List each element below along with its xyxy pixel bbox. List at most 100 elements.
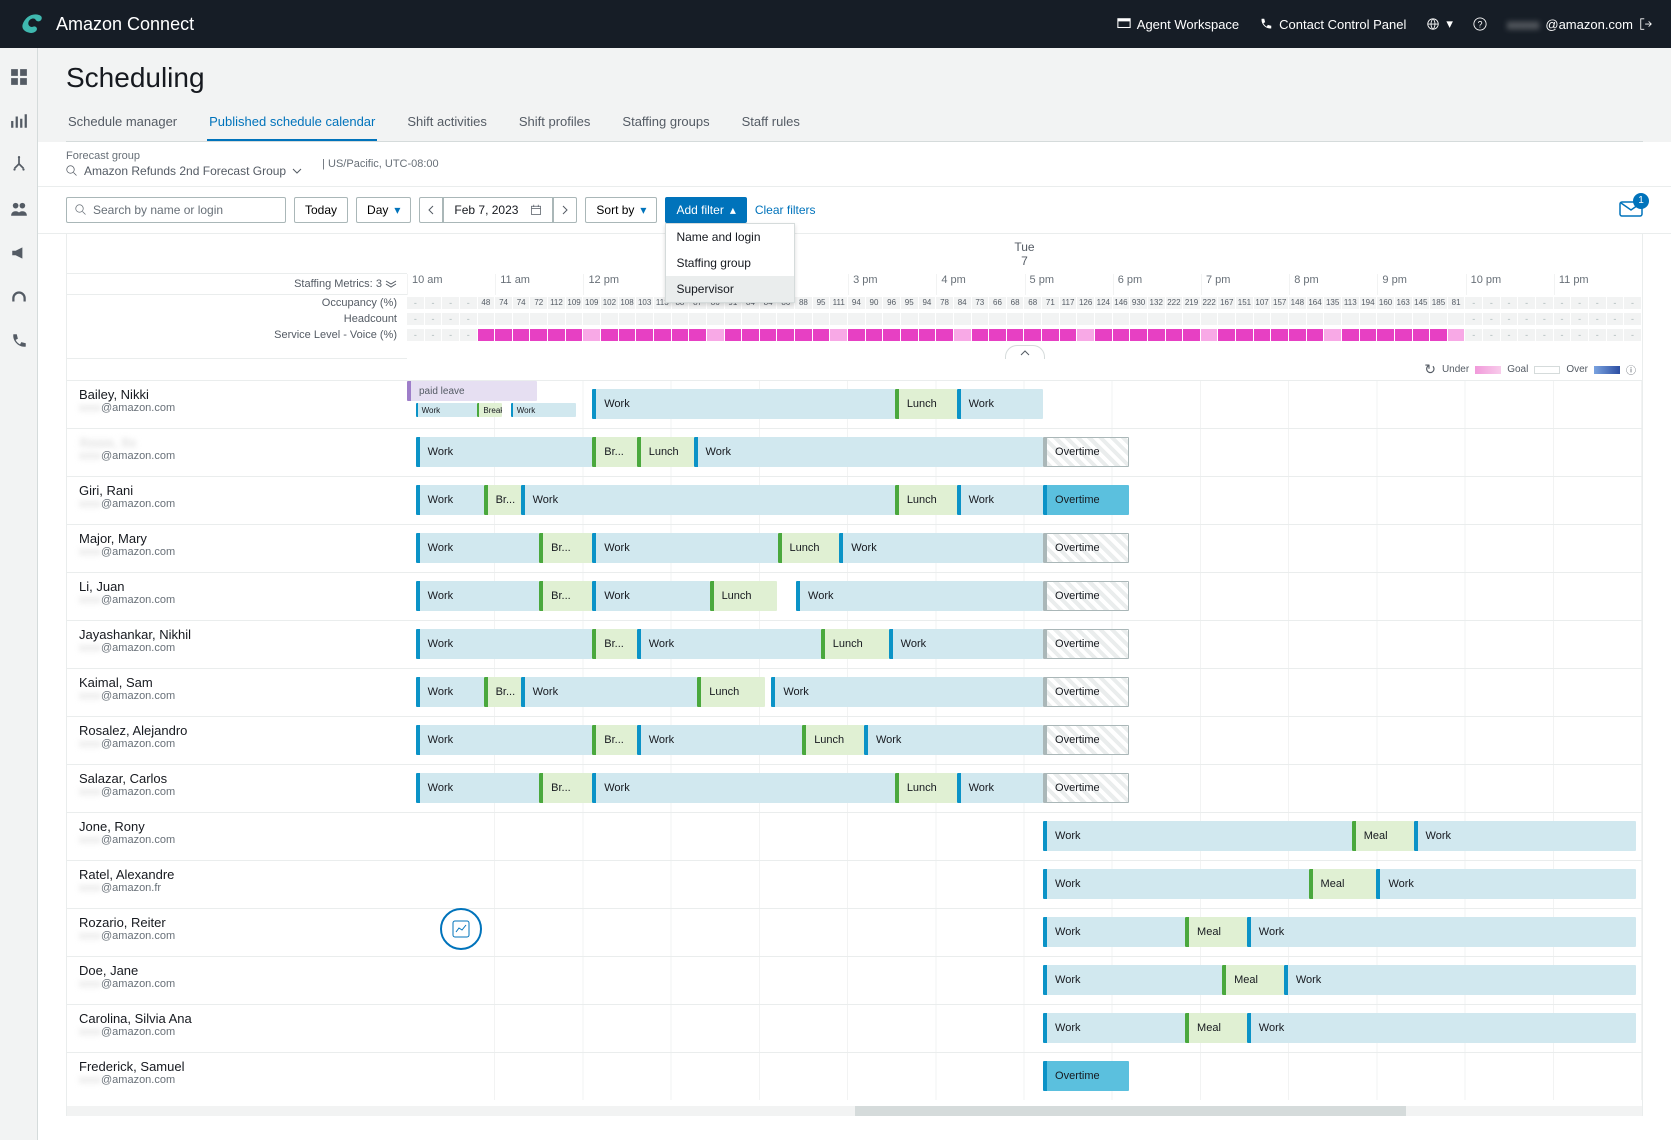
schedule-block-work[interactable]: Work <box>416 581 540 611</box>
schedule-block-work[interactable]: Work <box>1043 869 1309 899</box>
view-dropdown[interactable]: Day ▾ <box>356 197 411 223</box>
schedule-block-work[interactable]: Work <box>694 437 1044 467</box>
schedule-block-overtime[interactable]: Overtime <box>1043 677 1129 707</box>
schedule-block-lunch[interactable]: Meal <box>1352 821 1414 851</box>
help-button[interactable]: ? <box>1473 17 1487 31</box>
schedule-block-work[interactable]: Work <box>864 725 1043 755</box>
schedule-block-overtime[interactable]: Overtime <box>1043 485 1129 515</box>
schedule-block-work[interactable]: Work <box>796 581 1043 611</box>
tab-rules[interactable]: Staff rules <box>740 104 802 141</box>
schedule-block-lunch[interactable]: Lunch <box>637 437 694 467</box>
schedule-block-lunch[interactable]: Meal <box>1185 917 1247 947</box>
schedule-block-work[interactable]: Work <box>592 773 895 803</box>
agent-name[interactable]: Jayashankar, Nikhil <box>79 627 395 642</box>
dashboard-icon[interactable] <box>10 68 28 86</box>
schedule-block-lunch[interactable]: Lunch <box>821 629 889 659</box>
info-icon[interactable]: ⓘ <box>1626 362 1636 377</box>
schedule-block-work[interactable]: Work <box>839 533 1043 563</box>
notifications-button[interactable]: 1 <box>1619 199 1643 222</box>
tab-manager[interactable]: Schedule manager <box>66 104 179 141</box>
clear-filters-link[interactable]: Clear filters <box>755 203 816 217</box>
schedule-block-lunch[interactable]: Lunch <box>778 533 840 563</box>
tab-activities[interactable]: Shift activities <box>405 104 488 141</box>
agent-name[interactable]: Carolina, Silvia Ana <box>79 1011 395 1026</box>
agent-name[interactable]: Kaimal, Sam <box>79 675 395 690</box>
agent-name[interactable]: Li, Juan <box>79 579 395 594</box>
tab-groups[interactable]: Staffing groups <box>620 104 711 141</box>
horizontal-scrollbar[interactable] <box>67 1106 1642 1116</box>
schedule-block-work[interactable]: Work <box>889 629 1043 659</box>
agent-name[interactable]: Rozario, Reiter <box>79 915 395 930</box>
schedule-block-work[interactable]: Work <box>1376 869 1635 899</box>
agent-name[interactable]: Jone, Rony <box>79 819 395 834</box>
schedule-block-work[interactable]: Work <box>592 533 777 563</box>
schedule-block-work[interactable]: Work <box>416 403 478 417</box>
agent-name[interactable]: Rosalez, Alejandro <box>79 723 395 738</box>
expand-metrics-button[interactable] <box>1005 345 1045 359</box>
agent-workspace-link[interactable]: Agent Workspace <box>1117 17 1239 32</box>
schedule-block-overtime[interactable]: Overtime <box>1043 629 1129 659</box>
globe-dropdown[interactable]: ▾ <box>1426 16 1453 32</box>
agent-name[interactable]: Ratel, Alexandre <box>79 867 395 882</box>
schedule-block-work[interactable]: Work <box>637 629 821 659</box>
schedule-block-break[interactable]: Br... <box>592 437 636 467</box>
schedule-block-break[interactable]: Br... <box>484 485 521 515</box>
schedule-block-work[interactable]: Work <box>521 677 698 707</box>
user-menu[interactable]: xxxxx@amazon.com <box>1507 17 1653 32</box>
staffing-metrics-toggle[interactable]: Staffing Metrics: 3 <box>67 274 407 295</box>
ccp-link[interactable]: Contact Control Panel <box>1259 17 1406 32</box>
schedule-block-leave[interactable]: paid leave <box>407 381 537 401</box>
schedule-block-work[interactable]: Work <box>1247 1013 1636 1043</box>
forecast-group-select[interactable]: Amazon Refunds 2nd Forecast Group <box>66 164 302 178</box>
agent-name[interactable]: Bailey, Nikki <box>79 387 395 402</box>
schedule-block-work[interactable]: Work <box>416 773 540 803</box>
schedule-block-lunch[interactable]: Lunch <box>802 725 864 755</box>
call-icon[interactable] <box>10 332 28 350</box>
schedule-block-work[interactable]: Work <box>1247 917 1636 947</box>
schedule-block-work[interactable]: Work <box>1043 965 1222 995</box>
announce-icon[interactable] <box>10 244 28 262</box>
schedule-block-lunch[interactable]: Meal <box>1309 869 1377 899</box>
schedule-block-work[interactable]: Work <box>521 485 895 515</box>
agent-name[interactable]: Salazar, Carlos <box>79 771 395 786</box>
today-button[interactable]: Today <box>294 197 348 223</box>
analytics-icon[interactable] <box>10 112 28 130</box>
schedule-block-work[interactable]: Work <box>416 485 484 515</box>
search-input[interactable]: Search by name or login <box>66 197 286 223</box>
schedule-block-work[interactable]: Work <box>1414 821 1636 851</box>
schedule-block-work[interactable]: Work <box>592 389 895 419</box>
schedule-block-work[interactable]: Work <box>1043 821 1352 851</box>
routing-icon[interactable] <box>10 156 28 174</box>
date-picker[interactable]: Feb 7, 2023 <box>443 197 553 223</box>
schedule-block-break[interactable]: Br... <box>539 581 592 611</box>
schedule-block-work[interactable]: Work <box>1043 917 1185 947</box>
schedule-block-break[interactable]: Br... <box>592 725 636 755</box>
agent-name[interactable]: Doe, Jane <box>79 963 395 978</box>
schedule-block-break[interactable]: Br... <box>539 533 592 563</box>
agent-name[interactable]: Xxxxx, Xx <box>79 435 395 450</box>
schedule-block-work[interactable]: Work <box>1284 965 1636 995</box>
filter-option[interactable]: Staffing group <box>666 250 794 276</box>
schedule-block-lunch[interactable]: Lunch <box>895 773 957 803</box>
schedule-block-overtime[interactable]: Overtime <box>1043 581 1129 611</box>
agent-name[interactable]: Frederick, Samuel <box>79 1059 395 1074</box>
schedule-block-work[interactable]: Work <box>416 629 593 659</box>
schedule-block-break[interactable]: Br... <box>484 677 521 707</box>
users-icon[interactable] <box>10 200 28 218</box>
schedule-block-overtime[interactable]: Overtime <box>1043 1061 1129 1091</box>
schedule-block-work[interactable]: Work <box>592 581 709 611</box>
schedule-block-work[interactable]: Work <box>416 533 540 563</box>
filter-option[interactable]: Name and login <box>666 224 794 250</box>
schedule-block-work[interactable]: Work <box>1043 1013 1185 1043</box>
schedule-block-work[interactable]: Work <box>416 725 593 755</box>
schedule-block-lunch[interactable]: Lunch <box>895 389 957 419</box>
schedule-block-lunch[interactable]: Meal <box>1185 1013 1247 1043</box>
schedule-block-work[interactable]: Work <box>416 437 593 467</box>
tab-profiles[interactable]: Shift profiles <box>517 104 593 141</box>
schedule-block-lunch[interactable]: Lunch <box>895 485 957 515</box>
sort-by-dropdown[interactable]: Sort by ▾ <box>585 197 657 223</box>
schedule-block-work[interactable]: Work <box>637 725 802 755</box>
schedule-block-lunch[interactable]: Meal <box>1222 965 1284 995</box>
next-date-button[interactable] <box>553 197 577 223</box>
prev-date-button[interactable] <box>419 197 443 223</box>
